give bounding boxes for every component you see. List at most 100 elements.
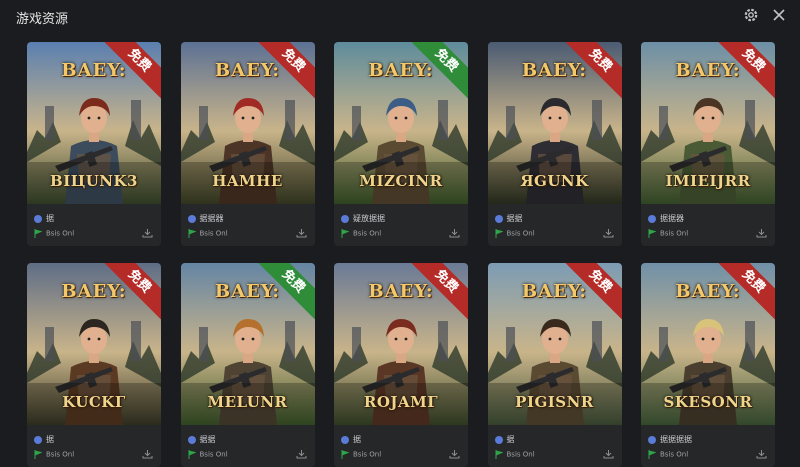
- game-card[interactable]: BAEY: MIZCINR 免费疑放据据 Bsis Onl: [334, 42, 468, 246]
- game-card[interactable]: BAEY: ROJAMГ 免费据 Bsis Onl: [334, 263, 468, 467]
- status-label: Bsis Onl: [46, 450, 75, 459]
- game-title: PIGISNR: [515, 393, 594, 411]
- status-row: Bsis Onl: [34, 229, 74, 238]
- status-row: Bsis Onl: [648, 450, 688, 459]
- green-flag-icon: [188, 229, 196, 238]
- publisher-label: 据: [46, 435, 54, 444]
- game-card[interactable]: BAEY: KUCKГ 免费据 Bsis Onl: [27, 263, 161, 467]
- card-info: 据 Bsis Onl: [488, 425, 622, 467]
- status-label: Bsis Onl: [199, 229, 228, 238]
- publisher-label: 据据: [506, 214, 523, 223]
- game-title: BIЦUNK3: [50, 172, 138, 190]
- game-card[interactable]: BAEY: MELUNR 免费据据 Bsis Onl: [180, 263, 315, 467]
- status-label: Bsis Onl: [199, 450, 228, 459]
- download-icon[interactable]: [296, 229, 307, 238]
- platform-dot-icon: [648, 214, 656, 223]
- card-info: 据据 Bsis Onl: [181, 425, 315, 467]
- download-icon[interactable]: [603, 229, 614, 238]
- game-cover-art[interactable]: BAEY: ROJAMГ 免费: [334, 263, 468, 425]
- publisher-row: 据据据据: [648, 434, 692, 445]
- publisher-row: 据据器: [187, 213, 224, 224]
- download-icon[interactable]: [756, 450, 767, 459]
- download-icon[interactable]: [142, 450, 153, 459]
- card-info: 据据 Bsis Onl: [488, 204, 622, 246]
- status-label: Bsis Onl: [660, 229, 689, 238]
- status-row: Bsis Onl: [188, 450, 228, 459]
- publisher-label: 据: [46, 214, 54, 223]
- publisher-row: 据: [494, 434, 515, 445]
- game-card[interactable]: BAEY: ЯGUNK 免费据据 Bsis Onl: [487, 42, 622, 246]
- platform-dot-icon: [187, 214, 196, 223]
- game-title: HAMHE: [212, 172, 283, 190]
- card-info: 据 Bsis Onl: [27, 204, 161, 246]
- platform-dot-icon: [494, 214, 503, 223]
- green-flag-icon: [341, 450, 349, 459]
- status-row: Bsis Onl: [34, 450, 74, 459]
- platform-dot-icon: [494, 435, 503, 444]
- game-cover-art[interactable]: BAEY: MIZCINR 免费: [334, 42, 468, 204]
- game-card[interactable]: BAEY: BIЦUNK3 免费据 Bsis Onl: [27, 42, 161, 246]
- status-row: Bsis Onl: [188, 229, 228, 238]
- status-row: Bsis Onl: [341, 229, 381, 238]
- download-icon[interactable]: [603, 450, 614, 459]
- publisher-row: 据据器: [648, 213, 684, 224]
- status-row: Bsis Onl: [495, 229, 535, 238]
- platform-dot-icon: [648, 435, 656, 444]
- platform-dot-icon: [34, 435, 42, 444]
- publisher-label: 据: [506, 435, 515, 444]
- game-card[interactable]: BAEY: PIGISNR 免费据 Bsis Onl: [487, 263, 622, 467]
- game-title: MELUNR: [207, 393, 288, 411]
- game-cover-art[interactable]: BAEY: BIЦUNK3 免费: [27, 42, 161, 204]
- game-cover-art[interactable]: BAEY: KUCKГ 免费: [27, 263, 161, 425]
- game-card[interactable]: BAEY: HAMHE 免费据据器 Bsis Onl: [180, 42, 315, 246]
- game-title: ROJAMГ: [363, 393, 439, 411]
- game-cover-art[interactable]: BAEY: ЯGUNK 免费: [487, 42, 622, 204]
- publisher-label: 据据器: [660, 214, 684, 223]
- publisher-row: 据: [34, 434, 54, 445]
- platform-dot-icon: [341, 435, 349, 444]
- game-title: SKESONR: [663, 393, 753, 411]
- game-title: KUCKГ: [62, 393, 126, 411]
- green-flag-icon: [341, 229, 349, 238]
- game-card[interactable]: BAEY: SKESONR 免费据据据据 Bsis Onl: [641, 263, 775, 467]
- card-info: 据据据据 Bsis Onl: [641, 425, 775, 467]
- publisher-label: 据据据据: [660, 435, 692, 444]
- download-icon[interactable]: [296, 450, 307, 459]
- game-cover-art[interactable]: BAEY: IMIEIJRR 免费: [641, 42, 775, 204]
- green-flag-icon: [34, 229, 42, 238]
- game-cover-art[interactable]: BAEY: HAMHE 免费: [180, 42, 315, 204]
- game-cover-art[interactable]: BAEY: MELUNR 免费: [180, 263, 315, 425]
- platform-dot-icon: [34, 214, 42, 223]
- title-bar: 游戏资源: [0, 0, 800, 32]
- publisher-label: 据: [353, 435, 361, 444]
- game-cover-art[interactable]: BAEY: SKESONR 免费: [641, 263, 775, 425]
- game-title: MIZCINR: [359, 172, 443, 190]
- window-title: 游戏资源: [16, 12, 69, 27]
- download-icon[interactable]: [756, 229, 767, 238]
- publisher-label: 疑放据据: [353, 214, 385, 223]
- close-icon[interactable]: [770, 6, 788, 24]
- status-label: Bsis Onl: [353, 229, 382, 238]
- status-row: Bsis Onl: [495, 450, 535, 459]
- green-flag-icon: [648, 229, 656, 238]
- gear-icon[interactable]: [742, 6, 760, 24]
- game-card[interactable]: BAEY: IMIEIJRR 免费据据器 Bsis Onl: [641, 42, 775, 246]
- status-row: Bsis Onl: [341, 450, 381, 459]
- card-info: 据据器 Bsis Onl: [181, 204, 315, 246]
- status-label: Bsis Onl: [353, 450, 382, 459]
- status-label: Bsis Onl: [46, 229, 75, 238]
- green-flag-icon: [188, 450, 196, 459]
- game-title: IMIEIJRR: [665, 172, 751, 190]
- publisher-row: 据: [34, 213, 54, 224]
- download-icon[interactable]: [142, 229, 153, 238]
- publisher-label: 据据: [199, 435, 216, 444]
- green-flag-icon: [495, 229, 503, 238]
- download-icon[interactable]: [449, 229, 460, 238]
- card-info: 据据器 Bsis Onl: [641, 204, 775, 246]
- card-info: 疑放据据 Bsis Onl: [334, 204, 468, 246]
- resource-grid: BAEY: BIЦUNK3 免费据 Bsis Onl BAEY: HAMHE 免费据据器 Bs…: [27, 42, 777, 467]
- game-cover-art[interactable]: BAEY: PIGISNR 免费: [487, 263, 622, 425]
- card-info: 据 Bsis Onl: [27, 425, 161, 467]
- game-title: ЯGUNK: [520, 172, 589, 190]
- download-icon[interactable]: [449, 450, 460, 459]
